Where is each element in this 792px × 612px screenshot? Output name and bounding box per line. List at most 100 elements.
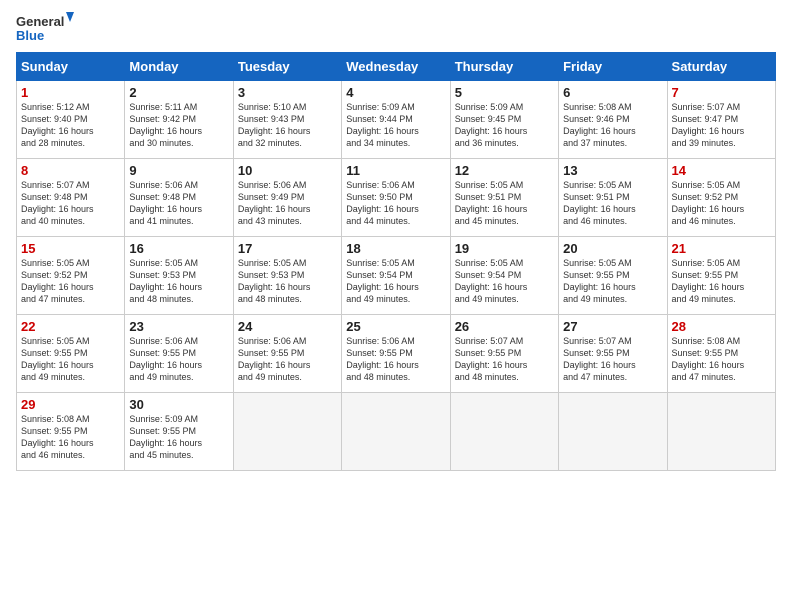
weekday-header-sunday: Sunday <box>17 53 125 81</box>
calendar-cell: 8Sunrise: 5:07 AM Sunset: 9:48 PM Daylig… <box>17 159 125 237</box>
day-info: Sunrise: 5:09 AM Sunset: 9:44 PM Dayligh… <box>346 101 445 150</box>
day-info: Sunrise: 5:06 AM Sunset: 9:55 PM Dayligh… <box>346 335 445 384</box>
day-number: 12 <box>455 163 554 178</box>
calendar-cell: 15Sunrise: 5:05 AM Sunset: 9:52 PM Dayli… <box>17 237 125 315</box>
day-info: Sunrise: 5:06 AM Sunset: 9:50 PM Dayligh… <box>346 179 445 228</box>
calendar-cell <box>667 393 775 471</box>
day-number: 23 <box>129 319 228 334</box>
calendar-week-1: 1Sunrise: 5:12 AM Sunset: 9:40 PM Daylig… <box>17 81 776 159</box>
calendar-cell: 14Sunrise: 5:05 AM Sunset: 9:52 PM Dayli… <box>667 159 775 237</box>
day-number: 16 <box>129 241 228 256</box>
day-number: 14 <box>672 163 771 178</box>
day-number: 8 <box>21 163 120 178</box>
day-info: Sunrise: 5:06 AM Sunset: 9:49 PM Dayligh… <box>238 179 337 228</box>
calendar-cell: 18Sunrise: 5:05 AM Sunset: 9:54 PM Dayli… <box>342 237 450 315</box>
calendar-cell: 11Sunrise: 5:06 AM Sunset: 9:50 PM Dayli… <box>342 159 450 237</box>
calendar-cell: 19Sunrise: 5:05 AM Sunset: 9:54 PM Dayli… <box>450 237 558 315</box>
day-info: Sunrise: 5:05 AM Sunset: 9:55 PM Dayligh… <box>21 335 120 384</box>
day-number: 10 <box>238 163 337 178</box>
weekday-header-thursday: Thursday <box>450 53 558 81</box>
day-number: 28 <box>672 319 771 334</box>
day-info: Sunrise: 5:10 AM Sunset: 9:43 PM Dayligh… <box>238 101 337 150</box>
day-info: Sunrise: 5:07 AM Sunset: 9:48 PM Dayligh… <box>21 179 120 228</box>
day-info: Sunrise: 5:05 AM Sunset: 9:53 PM Dayligh… <box>129 257 228 306</box>
weekday-header-friday: Friday <box>559 53 667 81</box>
day-number: 6 <box>563 85 662 100</box>
calendar-table: SundayMondayTuesdayWednesdayThursdayFrid… <box>16 52 776 471</box>
calendar-cell: 24Sunrise: 5:06 AM Sunset: 9:55 PM Dayli… <box>233 315 341 393</box>
day-number: 26 <box>455 319 554 334</box>
calendar-cell: 17Sunrise: 5:05 AM Sunset: 9:53 PM Dayli… <box>233 237 341 315</box>
calendar-cell <box>233 393 341 471</box>
day-info: Sunrise: 5:06 AM Sunset: 9:48 PM Dayligh… <box>129 179 228 228</box>
calendar-container: GeneralBlue SundayMondayTuesdayWednesday… <box>0 0 792 479</box>
day-info: Sunrise: 5:05 AM Sunset: 9:51 PM Dayligh… <box>563 179 662 228</box>
weekday-header-monday: Monday <box>125 53 233 81</box>
calendar-cell: 23Sunrise: 5:06 AM Sunset: 9:55 PM Dayli… <box>125 315 233 393</box>
calendar-cell: 12Sunrise: 5:05 AM Sunset: 9:51 PM Dayli… <box>450 159 558 237</box>
calendar-cell: 16Sunrise: 5:05 AM Sunset: 9:53 PM Dayli… <box>125 237 233 315</box>
calendar-cell: 10Sunrise: 5:06 AM Sunset: 9:49 PM Dayli… <box>233 159 341 237</box>
svg-text:General: General <box>16 14 64 29</box>
calendar-cell: 26Sunrise: 5:07 AM Sunset: 9:55 PM Dayli… <box>450 315 558 393</box>
calendar-cell: 13Sunrise: 5:05 AM Sunset: 9:51 PM Dayli… <box>559 159 667 237</box>
day-info: Sunrise: 5:05 AM Sunset: 9:54 PM Dayligh… <box>455 257 554 306</box>
day-number: 24 <box>238 319 337 334</box>
day-info: Sunrise: 5:07 AM Sunset: 9:55 PM Dayligh… <box>455 335 554 384</box>
calendar-cell: 1Sunrise: 5:12 AM Sunset: 9:40 PM Daylig… <box>17 81 125 159</box>
svg-text:Blue: Blue <box>16 28 44 43</box>
calendar-cell: 27Sunrise: 5:07 AM Sunset: 9:55 PM Dayli… <box>559 315 667 393</box>
day-number: 20 <box>563 241 662 256</box>
day-number: 5 <box>455 85 554 100</box>
day-number: 1 <box>21 85 120 100</box>
day-info: Sunrise: 5:05 AM Sunset: 9:53 PM Dayligh… <box>238 257 337 306</box>
weekday-header-wednesday: Wednesday <box>342 53 450 81</box>
day-info: Sunrise: 5:08 AM Sunset: 9:55 PM Dayligh… <box>672 335 771 384</box>
day-info: Sunrise: 5:06 AM Sunset: 9:55 PM Dayligh… <box>238 335 337 384</box>
day-number: 3 <box>238 85 337 100</box>
calendar-week-3: 15Sunrise: 5:05 AM Sunset: 9:52 PM Dayli… <box>17 237 776 315</box>
calendar-cell: 9Sunrise: 5:06 AM Sunset: 9:48 PM Daylig… <box>125 159 233 237</box>
calendar-cell: 2Sunrise: 5:11 AM Sunset: 9:42 PM Daylig… <box>125 81 233 159</box>
weekday-header-tuesday: Tuesday <box>233 53 341 81</box>
calendar-cell: 20Sunrise: 5:05 AM Sunset: 9:55 PM Dayli… <box>559 237 667 315</box>
day-number: 7 <box>672 85 771 100</box>
calendar-cell: 21Sunrise: 5:05 AM Sunset: 9:55 PM Dayli… <box>667 237 775 315</box>
calendar-cell: 29Sunrise: 5:08 AM Sunset: 9:55 PM Dayli… <box>17 393 125 471</box>
calendar-cell <box>342 393 450 471</box>
header: GeneralBlue <box>16 12 776 48</box>
calendar-cell: 4Sunrise: 5:09 AM Sunset: 9:44 PM Daylig… <box>342 81 450 159</box>
day-info: Sunrise: 5:07 AM Sunset: 9:55 PM Dayligh… <box>563 335 662 384</box>
calendar-cell: 22Sunrise: 5:05 AM Sunset: 9:55 PM Dayli… <box>17 315 125 393</box>
day-number: 27 <box>563 319 662 334</box>
day-info: Sunrise: 5:09 AM Sunset: 9:45 PM Dayligh… <box>455 101 554 150</box>
day-number: 21 <box>672 241 771 256</box>
day-number: 30 <box>129 397 228 412</box>
calendar-cell: 3Sunrise: 5:10 AM Sunset: 9:43 PM Daylig… <box>233 81 341 159</box>
day-number: 15 <box>21 241 120 256</box>
weekday-header-row: SundayMondayTuesdayWednesdayThursdayFrid… <box>17 53 776 81</box>
logo: GeneralBlue <box>16 12 76 48</box>
day-number: 11 <box>346 163 445 178</box>
day-info: Sunrise: 5:05 AM Sunset: 9:55 PM Dayligh… <box>672 257 771 306</box>
day-info: Sunrise: 5:05 AM Sunset: 9:52 PM Dayligh… <box>21 257 120 306</box>
day-info: Sunrise: 5:05 AM Sunset: 9:52 PM Dayligh… <box>672 179 771 228</box>
calendar-week-4: 22Sunrise: 5:05 AM Sunset: 9:55 PM Dayli… <box>17 315 776 393</box>
day-info: Sunrise: 5:05 AM Sunset: 9:54 PM Dayligh… <box>346 257 445 306</box>
day-number: 17 <box>238 241 337 256</box>
calendar-cell: 7Sunrise: 5:07 AM Sunset: 9:47 PM Daylig… <box>667 81 775 159</box>
calendar-cell: 25Sunrise: 5:06 AM Sunset: 9:55 PM Dayli… <box>342 315 450 393</box>
day-number: 4 <box>346 85 445 100</box>
logo-svg: GeneralBlue <box>16 12 76 48</box>
day-number: 22 <box>21 319 120 334</box>
day-number: 29 <box>21 397 120 412</box>
day-info: Sunrise: 5:08 AM Sunset: 9:55 PM Dayligh… <box>21 413 120 462</box>
calendar-cell: 6Sunrise: 5:08 AM Sunset: 9:46 PM Daylig… <box>559 81 667 159</box>
day-info: Sunrise: 5:11 AM Sunset: 9:42 PM Dayligh… <box>129 101 228 150</box>
day-number: 19 <box>455 241 554 256</box>
day-number: 2 <box>129 85 228 100</box>
day-info: Sunrise: 5:05 AM Sunset: 9:51 PM Dayligh… <box>455 179 554 228</box>
day-info: Sunrise: 5:09 AM Sunset: 9:55 PM Dayligh… <box>129 413 228 462</box>
day-info: Sunrise: 5:08 AM Sunset: 9:46 PM Dayligh… <box>563 101 662 150</box>
day-info: Sunrise: 5:07 AM Sunset: 9:47 PM Dayligh… <box>672 101 771 150</box>
